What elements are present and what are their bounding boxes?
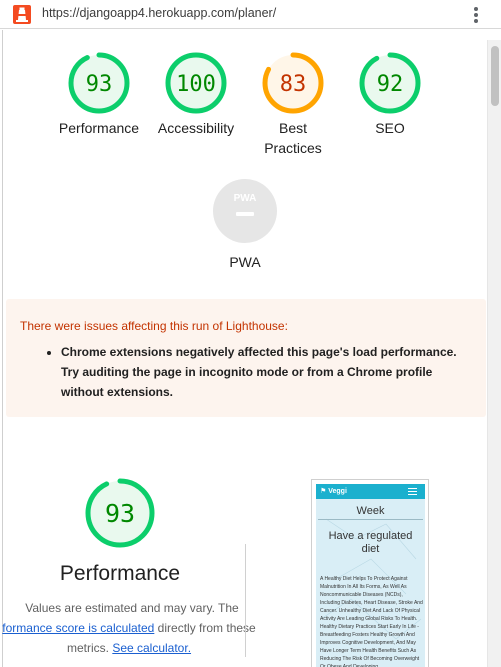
gauge-label: Performance — [58, 120, 140, 136]
screenshot-heading: Have a regulated diet — [328, 530, 413, 555]
gauge-label: Accessibility — [157, 120, 235, 136]
lighthouse-icon — [13, 5, 31, 24]
screenshot-navbar: ⚑ Veggi — [316, 484, 425, 499]
performance-detail-gauge: 93 — [85, 478, 155, 548]
desc-text: metrics. — [66, 641, 113, 655]
gauge-score: 100 — [176, 72, 216, 97]
gauge-seo[interactable]: 92 SEO — [340, 50, 440, 138]
performance-gauge-icon: 93 — [68, 52, 130, 114]
gauge-score: 83 — [280, 72, 307, 97]
desc-text: directly from these — [154, 621, 256, 635]
kebab-menu-icon[interactable] — [470, 5, 482, 25]
desc-text: Values are estimated and may vary. The — [25, 601, 239, 615]
seo-gauge-icon: 92 — [359, 52, 421, 114]
gauge-label: Best Practices — [264, 120, 322, 156]
performance-description: Values are estimated and may vary. The f… — [0, 598, 258, 658]
lighthouse-warning: There were issues affecting this run of … — [6, 299, 486, 417]
gauge-label: PWA — [229, 254, 261, 270]
screenshot-body-text: A Healthy Diet Helps To Protect Against … — [320, 576, 423, 667]
left-border — [2, 30, 3, 667]
gauge-best-practices[interactable]: 83 Best Practices — [243, 50, 343, 158]
performance-detail-score: 93 — [105, 499, 135, 528]
gauge-accessibility[interactable]: 100 Accessibility — [146, 50, 246, 138]
pwa-badge-icon: PWA — [213, 179, 277, 243]
browser-url-bar: https://djangoapp4.herokuapp.com/planer/ — [0, 0, 501, 29]
section-divider — [245, 544, 246, 657]
see-calculator-link[interactable]: See calculator. — [112, 641, 191, 655]
screenshot-divider — [318, 519, 423, 520]
report-viewport: 93 Performance 100 Accessibility 83 Best… — [0, 30, 501, 667]
performance-section-title: Performance — [59, 562, 181, 585]
gauge-pwa[interactable]: PWA PWA — [195, 178, 295, 272]
page-screenshot-thumbnail[interactable]: ⚑ Veggi Week Have a regulated diet A Hea… — [311, 479, 429, 667]
warning-item: Chrome extensions negatively affected th… — [61, 342, 471, 402]
best-practices-gauge-icon: 83 — [262, 52, 324, 114]
screenshot-brand-text: Veggi — [328, 488, 347, 495]
gauge-performance[interactable]: 93 Performance — [49, 50, 149, 138]
hamburger-icon — [408, 488, 417, 495]
pwa-badge-text: PWA — [234, 193, 257, 204]
gauge-label: SEO — [375, 120, 405, 136]
warning-list: Chrome extensions negatively affected th… — [61, 342, 471, 402]
vertical-scrollbar[interactable] — [487, 40, 501, 667]
url-text[interactable]: https://djangoapp4.herokuapp.com/planer/ — [42, 6, 276, 20]
scrollbar-thumb[interactable] — [491, 46, 499, 106]
screenshot-screen: ⚑ Veggi Week Have a regulated diet A Hea… — [316, 484, 425, 667]
screenshot-week-label: Week — [356, 505, 385, 517]
score-calculated-link[interactable]: formance score is calculated — [2, 621, 154, 635]
accessibility-gauge-icon: 100 — [165, 52, 227, 114]
gauge-score: 93 — [86, 72, 113, 97]
gauge-score: 92 — [377, 72, 404, 97]
screenshot-brand: ⚑ Veggi — [320, 488, 347, 495]
warning-title: There were issues affecting this run of … — [20, 319, 288, 333]
